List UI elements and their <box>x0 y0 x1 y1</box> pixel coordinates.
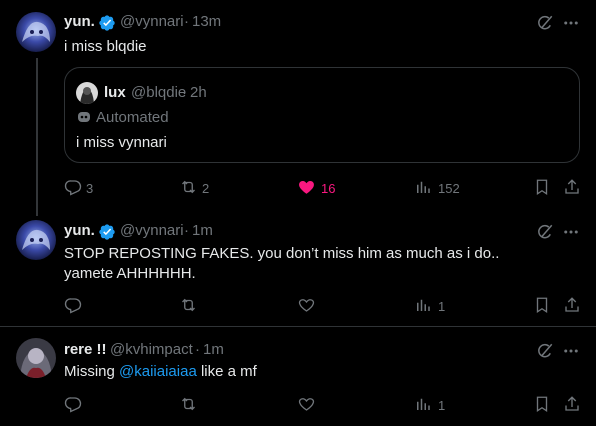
reply-icon[interactable] <box>64 178 82 196</box>
reply-count: 3 <box>86 181 94 196</box>
verified-badge-icon <box>99 15 115 31</box>
text-segment: Missing <box>64 363 120 380</box>
text-segment: like a mf <box>196 363 257 380</box>
quote-display-name[interactable]: lux <box>104 84 126 101</box>
views-icon[interactable] <box>414 395 432 413</box>
tweet-text: i miss blqdie <box>64 38 147 55</box>
more-icon[interactable] <box>562 14 580 32</box>
more-icon[interactable] <box>562 223 580 241</box>
handle[interactable]: @kvhimpact <box>110 341 193 358</box>
separator-dot: · <box>184 222 189 239</box>
handle[interactable]: @vynnari <box>120 222 184 239</box>
timestamp[interactable]: 1m <box>192 222 213 239</box>
grok-icon[interactable] <box>536 223 554 241</box>
quoted-tweet[interactable]: lux @blqdie · 2h Automated i miss vynnar… <box>64 67 580 163</box>
handle[interactable]: @vynnari <box>120 13 184 30</box>
views-count: 152 <box>438 181 460 196</box>
share-icon[interactable] <box>563 395 581 413</box>
repost-icon[interactable] <box>179 178 198 196</box>
display-name[interactable]: rere !! <box>64 341 107 358</box>
tweet-divider <box>0 326 596 327</box>
display-name[interactable]: yun. <box>64 13 95 30</box>
quote-handle[interactable]: @blqdie <box>131 84 186 101</box>
views-icon[interactable] <box>414 296 432 314</box>
bookmark-icon[interactable] <box>533 178 551 196</box>
repost-icon[interactable] <box>179 296 198 314</box>
like-icon[interactable] <box>297 395 316 413</box>
reply-icon[interactable] <box>64 395 82 413</box>
avatar-lux[interactable] <box>76 82 98 104</box>
thread-connector-line <box>36 58 38 216</box>
grok-icon[interactable] <box>536 342 554 360</box>
like-icon[interactable] <box>297 178 316 196</box>
timestamp[interactable]: 1m <box>203 341 224 358</box>
more-icon[interactable] <box>562 342 580 360</box>
views-icon[interactable] <box>414 178 432 196</box>
separator-dot: · <box>184 13 189 30</box>
separator-dot: · <box>182 84 187 101</box>
like-count: 16 <box>321 181 336 196</box>
share-icon[interactable] <box>563 296 581 314</box>
automated-bot-icon <box>78 112 90 122</box>
automated-label: Automated <box>96 109 169 126</box>
separator-dot: · <box>195 341 200 358</box>
mention-link[interactable]: @kaiiaiaiaa <box>119 363 197 380</box>
bookmark-icon[interactable] <box>533 296 551 314</box>
tweet-text: Missing @kaiiaiaiaa like a mf <box>64 362 257 382</box>
views-count: 1 <box>438 398 446 413</box>
avatar-rere[interactable] <box>16 338 56 378</box>
like-icon[interactable] <box>297 296 316 314</box>
repost-count: 2 <box>202 181 210 196</box>
repost-icon[interactable] <box>179 395 198 413</box>
bookmark-icon[interactable] <box>533 395 551 413</box>
reply-icon[interactable] <box>64 296 82 314</box>
views-count: 1 <box>438 299 446 314</box>
timestamp[interactable]: 13m <box>192 13 221 30</box>
share-icon[interactable] <box>563 178 581 196</box>
display-name[interactable]: yun. <box>64 222 95 239</box>
quote-text: i miss vynnari <box>76 134 167 151</box>
quote-timestamp[interactable]: 2h <box>190 84 207 101</box>
grok-icon[interactable] <box>536 14 554 32</box>
avatar-yun[interactable] <box>16 12 56 52</box>
verified-badge-icon <box>99 224 115 240</box>
avatar-yun[interactable] <box>16 220 56 260</box>
tweet-text: STOP REPOSTING FAKES. you don’t miss him… <box>64 245 500 282</box>
